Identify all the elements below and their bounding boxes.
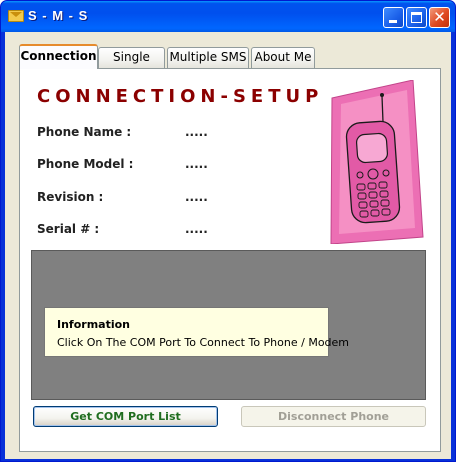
minimize-button[interactable]	[383, 7, 404, 28]
disconnect-phone-button[interactable]: Disconnect Phone	[241, 406, 426, 427]
info-tooltip: Information Click On The COM Port To Con…	[44, 307, 349, 357]
phone-name-value: .....	[185, 125, 208, 139]
window-title: S - M - S	[28, 8, 89, 23]
tab-connection[interactable]: Connection	[19, 44, 98, 69]
tab-multiple-sms[interactable]: Multiple SMS	[167, 47, 249, 68]
maximize-button[interactable]	[406, 7, 427, 28]
tooltip-body: Click On The COM Port To Connect To Phon…	[57, 336, 350, 349]
close-button[interactable]: ✕	[429, 7, 450, 28]
revision-value: .....	[185, 190, 208, 204]
serial-value: .....	[185, 222, 208, 236]
maximize-icon	[411, 12, 422, 23]
app-window: S - M - S ✕ Connection Single SMS Multip…	[0, 0, 456, 462]
tab-about-me[interactable]: About Me	[251, 47, 315, 68]
serial-label: Serial # :	[37, 222, 100, 236]
close-icon: ✕	[433, 8, 446, 26]
tab-single-sms[interactable]: Single SMS	[98, 47, 165, 83]
page-title: CONNECTION-SETUP	[37, 86, 324, 107]
phone-model-label: Phone Model :	[37, 157, 134, 171]
minimize-icon	[389, 20, 397, 23]
get-com-port-list-button[interactable]: Get COM Port List	[33, 406, 218, 427]
connection-panel: CONNECTION-SETUP Phone Name : ..... Phon…	[19, 68, 441, 452]
window-client-area: Connection Single SMS Multiple SMS About…	[5, 32, 451, 459]
revision-label: Revision :	[37, 190, 104, 204]
envelope-icon	[8, 10, 24, 22]
tooltip-title: Information	[57, 318, 130, 331]
phone-model-value: .....	[185, 157, 208, 171]
com-port-list[interactable]: Information Click On The COM Port To Con…	[31, 250, 426, 400]
phone-name-label: Phone Name :	[37, 125, 132, 139]
mobile-phone-icon	[330, 80, 424, 244]
title-bar[interactable]: S - M - S ✕	[1, 1, 455, 32]
